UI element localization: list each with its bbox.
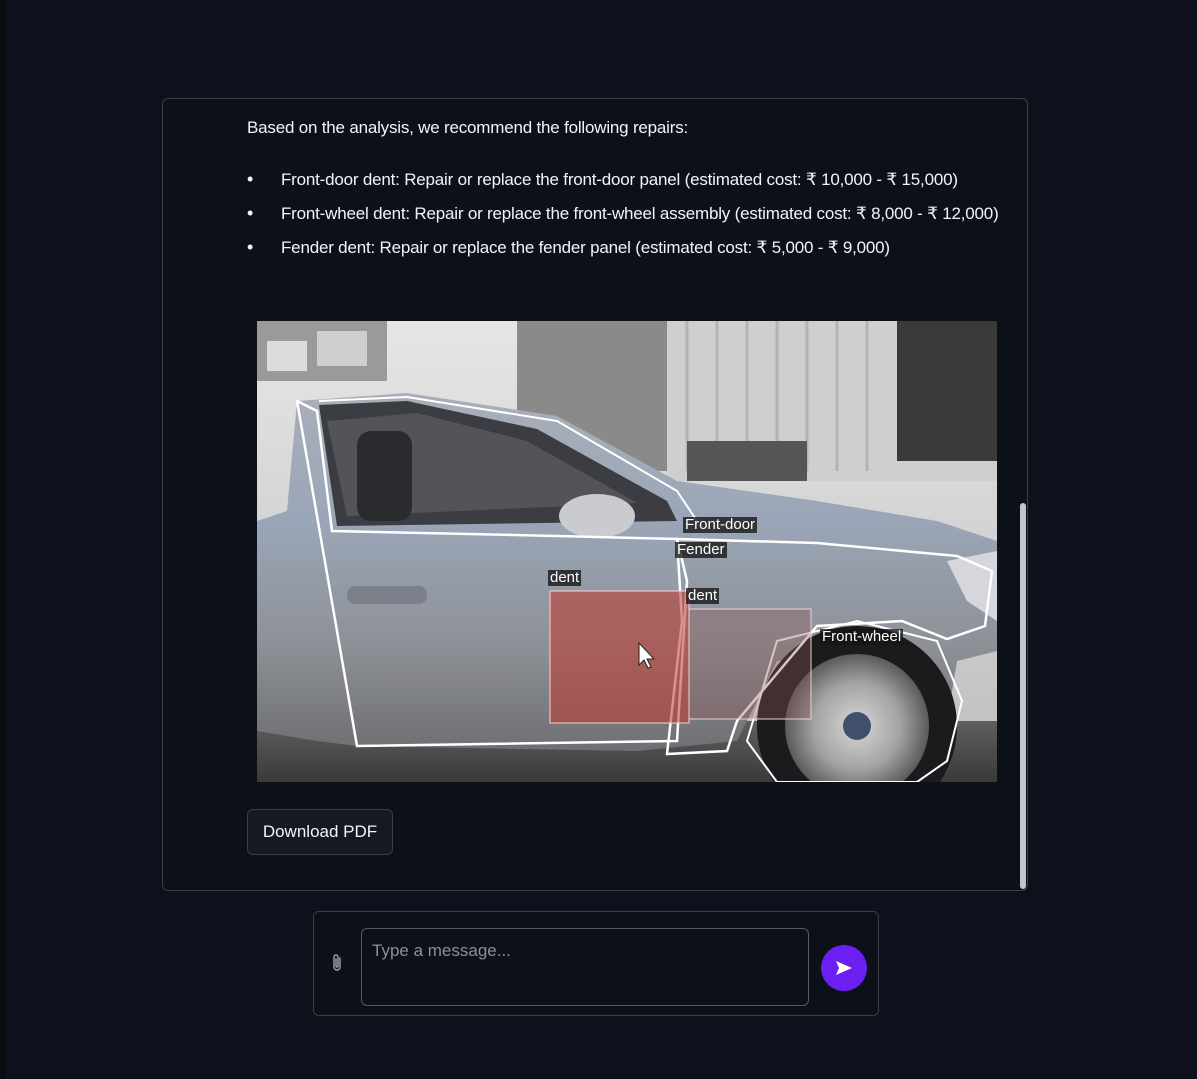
send-button[interactable]	[821, 945, 867, 991]
repair-item: • Front-wheel dent: Repair or replace the…	[247, 199, 1007, 228]
segment-label-front-door: Front-door	[683, 516, 758, 533]
segment-label-fender: Fender	[675, 541, 727, 558]
analysis-intro: Based on the analysis, we recommend the …	[247, 118, 689, 137]
download-pdf-button[interactable]: Download PDF	[247, 809, 393, 855]
chat-scrollbar[interactable]	[1020, 503, 1026, 889]
message-input[interactable]	[361, 928, 809, 1006]
repair-text: Fender dent: Repair or replace the fende…	[281, 238, 890, 257]
car-photo	[257, 321, 997, 782]
segment-label-front-wheel: Front-wheel	[820, 628, 904, 645]
bullet-icon: •	[247, 169, 254, 189]
segment-label-dent: dent	[548, 569, 582, 586]
bullet-icon: •	[247, 237, 254, 257]
repair-list: • Front-door dent: Repair or replace the …	[247, 165, 1007, 267]
paperclip-icon[interactable]	[330, 952, 344, 974]
repair-item: • Fender dent: Repair or replace the fend…	[247, 233, 1007, 262]
send-arrow-icon	[836, 961, 852, 975]
bullet-icon: •	[247, 203, 254, 223]
repair-item: • Front-door dent: Repair or replace the …	[247, 165, 1007, 194]
segment-label-dent: dent	[686, 587, 720, 604]
chat-message-panel: Based on the analysis, we recommend the …	[162, 98, 1028, 891]
message-composer	[313, 911, 879, 1016]
repair-text: Front-door dent: Repair or replace the f…	[281, 170, 958, 189]
damage-analysis-image: Front-door Fender dent dent Front-wheel	[257, 321, 997, 782]
window-edge	[0, 0, 5, 1079]
repair-text: Front-wheel dent: Repair or replace the …	[281, 204, 999, 223]
